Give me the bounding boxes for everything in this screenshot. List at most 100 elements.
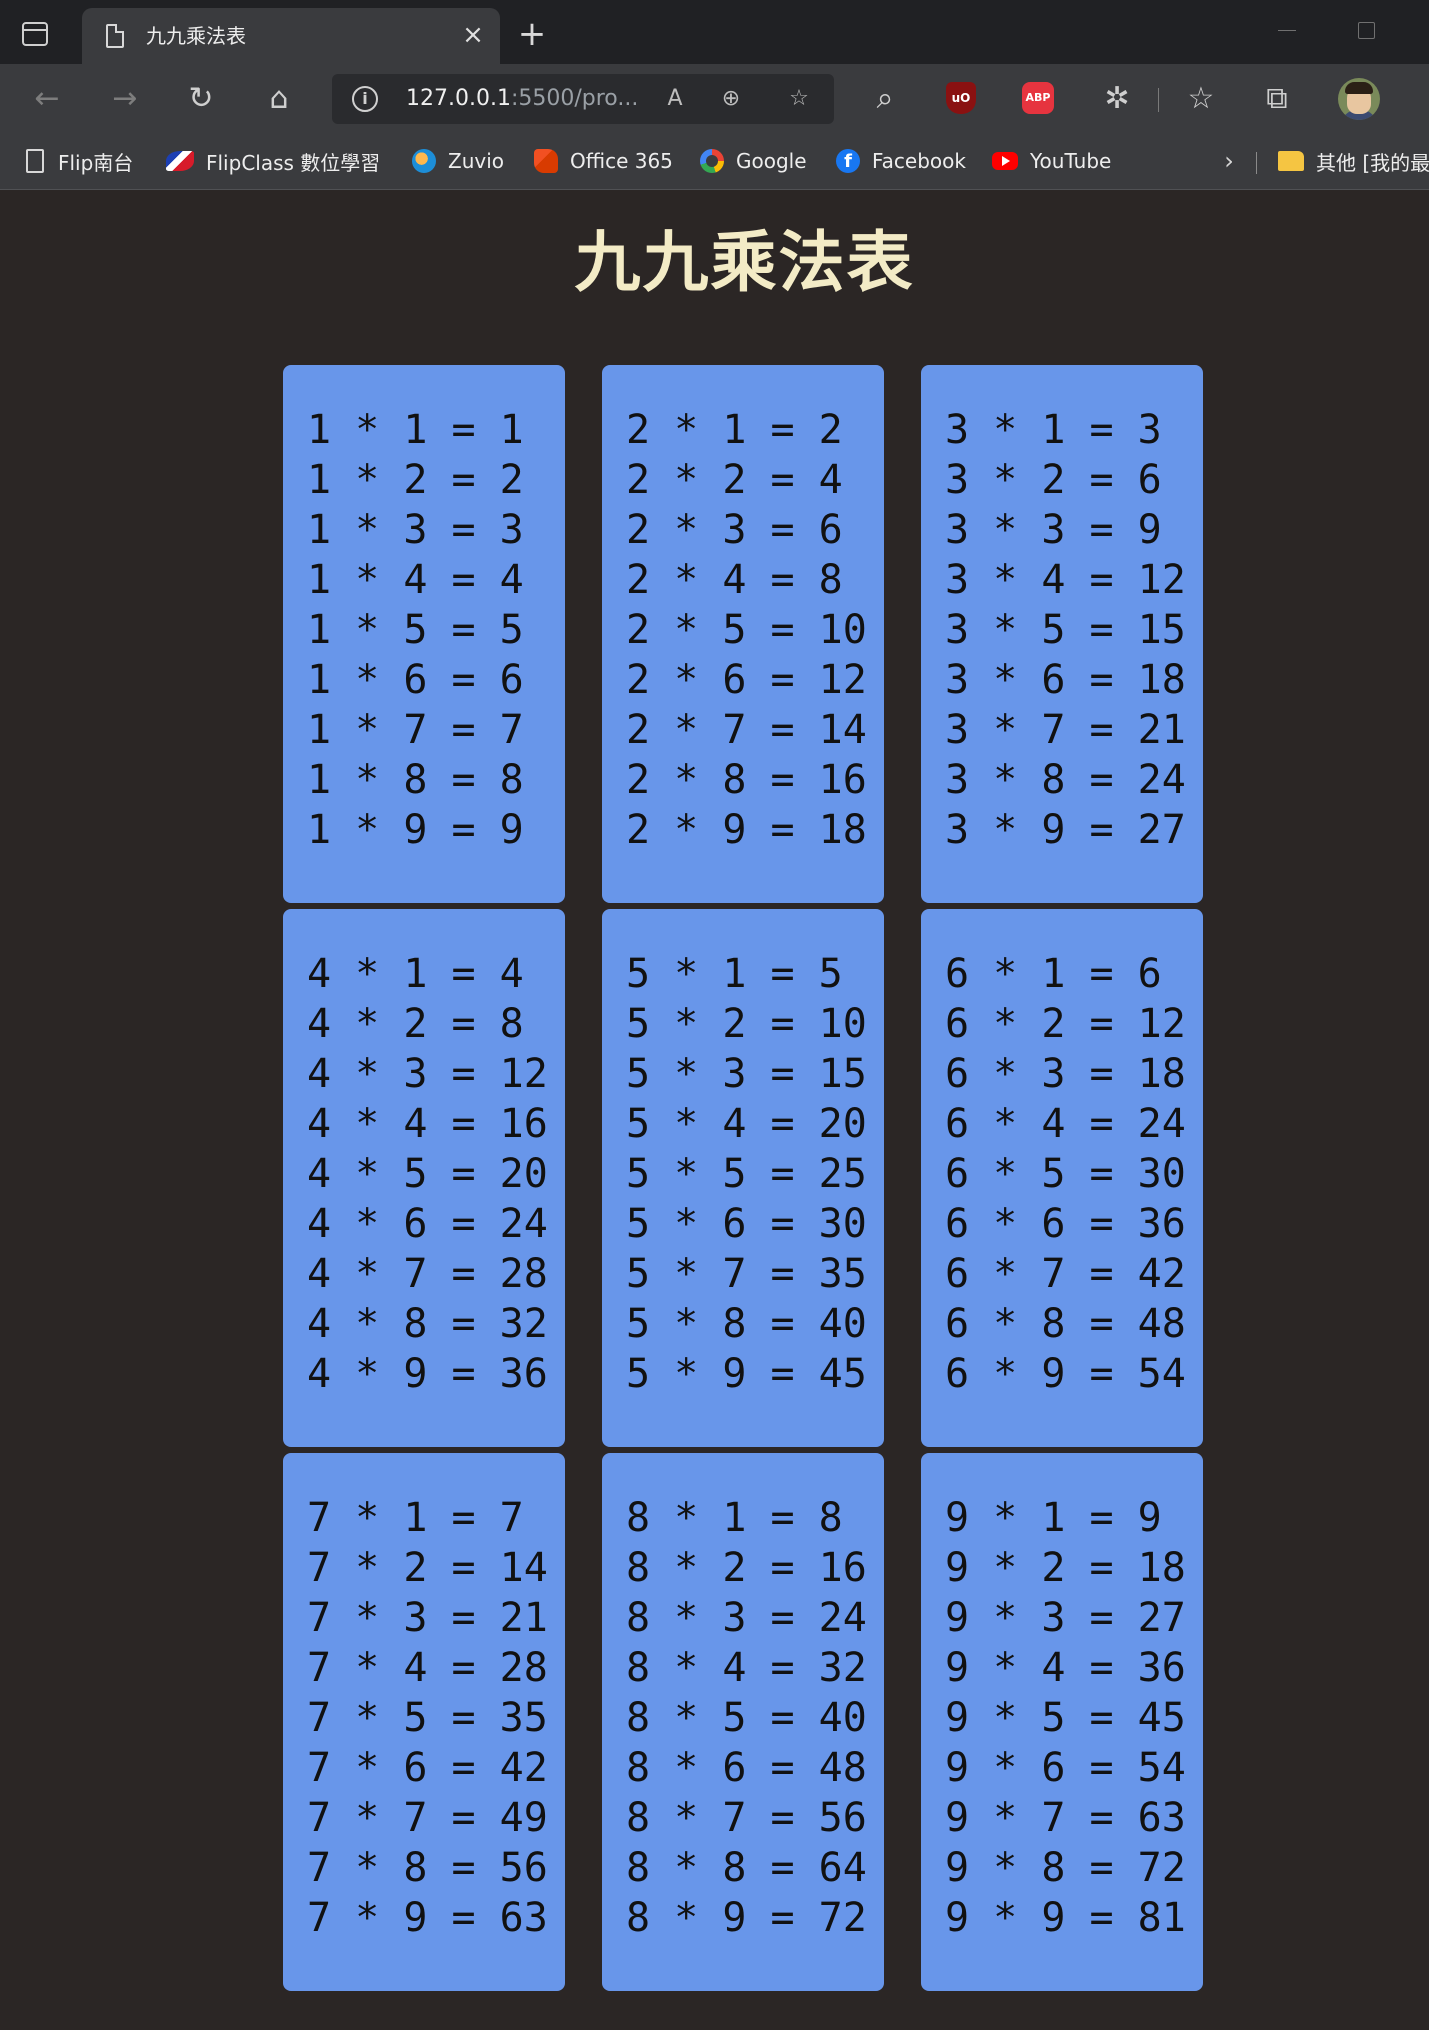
equation-row: 2 * 7 = 14 xyxy=(626,707,867,753)
table-card-3: 3 * 1 = 33 * 2 = 63 * 3 = 93 * 4 = 12 3 *… xyxy=(921,365,1203,903)
address-host: 127.0.0.1 xyxy=(406,86,511,111)
equation-row: 9 * 3 = 27 xyxy=(945,1595,1186,1641)
avatar[interactable] xyxy=(1338,78,1380,120)
equation-row: 1 * 7 = 7 xyxy=(307,707,524,753)
equation-row: 3 * 8 = 24 xyxy=(945,757,1186,803)
chevron-right-icon[interactable]: › xyxy=(1216,144,1242,178)
bookmark-label: Facebook xyxy=(872,149,966,173)
bookmark-other-folder[interactable]: 其他 [我的最 xyxy=(1278,144,1429,178)
favorite-add-icon[interactable]: ☆ xyxy=(782,82,816,116)
equation-row: 8 * 3 = 24 xyxy=(626,1595,867,1641)
equation-row: 6 * 3 = 18 xyxy=(945,1051,1186,1097)
bookmark-facebook[interactable]: f Facebook xyxy=(836,144,966,178)
forward-icon[interactable]: → xyxy=(104,78,146,120)
equation-row: 9 * 1 = 9 xyxy=(945,1495,1162,1541)
tab-actions-icon[interactable] xyxy=(22,22,48,46)
equation-row: 8 * 4 = 32 xyxy=(626,1645,867,1691)
equation-row: 9 * 9 = 81 xyxy=(945,1895,1186,1941)
bookmark-label: YouTube xyxy=(1030,149,1112,173)
equation-row: 1 * 1 = 1 xyxy=(307,407,524,453)
table-card-6: 6 * 1 = 66 * 2 = 12 6 * 3 = 18 6 * 4 = 24 6… xyxy=(921,909,1203,1447)
read-aloud-icon[interactable]: A xyxy=(658,82,692,116)
collections-icon[interactable]: ⧉ xyxy=(1256,78,1298,120)
tab-bar: 九九乘法表 × + xyxy=(0,0,1429,64)
active-tab[interactable]: 九九乘法表 × xyxy=(82,8,500,64)
ublock-icon[interactable]: uO xyxy=(946,82,976,114)
bookmark-youtube[interactable]: YouTube xyxy=(992,144,1111,178)
bookmark-google[interactable]: Google xyxy=(700,144,807,178)
equation-row: 9 * 2 = 18 xyxy=(945,1545,1186,1591)
extensions-icon[interactable]: ✲ xyxy=(1096,78,1138,120)
table-card-2: 2 * 1 = 22 * 2 = 42 * 3 = 62 * 4 = 82 * … xyxy=(602,365,884,903)
equation-row: 8 * 9 = 72 xyxy=(626,1895,867,1941)
equation-row: 3 * 3 = 9 xyxy=(945,507,1162,553)
equation-row: 3 * 2 = 6 xyxy=(945,457,1162,503)
office-icon xyxy=(534,149,558,173)
equation-row: 3 * 5 = 15 xyxy=(945,607,1186,653)
equation-row: 5 * 3 = 15 xyxy=(626,1051,867,1097)
address-text[interactable]: 127.0.0.1:5500/pro... xyxy=(406,84,638,114)
equation-row: 6 * 7 = 42 xyxy=(945,1251,1186,1297)
info-icon[interactable]: i xyxy=(352,86,378,112)
bookmark-label: Flip南台 xyxy=(58,150,134,175)
equation-row: 5 * 7 = 35 xyxy=(626,1251,867,1297)
equation-row: 2 * 4 = 8 xyxy=(626,557,843,603)
equation-row: 1 * 2 = 2 xyxy=(307,457,524,503)
equation-row: 9 * 7 = 63 xyxy=(945,1795,1186,1841)
minimize-icon[interactable] xyxy=(1278,30,1296,31)
equation-row: 1 * 4 = 4 xyxy=(307,557,524,603)
youtube-icon xyxy=(992,152,1018,170)
bookmark-zuvio[interactable]: Zuvio xyxy=(412,144,504,178)
table-card-1: 1 * 1 = 11 * 2 = 21 * 3 = 31 * 4 = 41 * … xyxy=(283,365,565,903)
zoom-icon[interactable]: ⊕ xyxy=(714,82,748,116)
equation-row: 4 * 4 = 16 xyxy=(307,1101,548,1147)
equation-row: 7 * 8 = 56 xyxy=(307,1845,548,1891)
reload-icon[interactable]: ↻ xyxy=(180,78,222,120)
adblock-plus-icon[interactable]: ABP xyxy=(1022,82,1054,114)
equation-row: 3 * 6 = 18 xyxy=(945,657,1186,703)
equation-row: 2 * 8 = 16 xyxy=(626,757,867,803)
equation-row: 1 * 3 = 3 xyxy=(307,507,524,553)
equation-row: 9 * 5 = 45 xyxy=(945,1695,1186,1741)
address-bar[interactable]: i 127.0.0.1:5500/pro... A ⊕ ☆ xyxy=(332,74,834,124)
equation-row: 7 * 7 = 49 xyxy=(307,1795,548,1841)
close-icon[interactable]: × xyxy=(458,20,488,50)
table-card-5: 5 * 1 = 55 * 2 = 10 5 * 3 = 15 5 * 4 = 20 5… xyxy=(602,909,884,1447)
back-icon[interactable]: ← xyxy=(26,78,68,120)
favorites-icon[interactable]: ☆ xyxy=(1180,78,1222,120)
equation-row: 3 * 9 = 27 xyxy=(945,807,1186,853)
bookmark-office-365[interactable]: Office 365 xyxy=(534,144,673,178)
bookmark-label: Google xyxy=(736,149,807,173)
equation-row: 1 * 8 = 8 xyxy=(307,757,524,803)
equation-row: 4 * 1 = 4 xyxy=(307,951,524,997)
equation-row: 4 * 8 = 32 xyxy=(307,1301,548,1347)
browser-chrome: 九九乘法表 × + ← → ↻ ⌂ i 127.0.0.1:5500/pro..… xyxy=(0,0,1429,190)
equation-row: 8 * 6 = 48 xyxy=(626,1745,867,1791)
equation-row: 4 * 7 = 28 xyxy=(307,1251,548,1297)
equation-row: 2 * 6 = 12 xyxy=(626,657,867,703)
equation-row: 6 * 6 = 36 xyxy=(945,1201,1186,1247)
bookmark-flipclass[interactable]: FlipClass 數位學習 xyxy=(166,144,380,178)
bookmark-label: Zuvio xyxy=(448,149,505,173)
equation-row: 5 * 5 = 25 xyxy=(626,1151,867,1197)
new-tab-icon[interactable]: + xyxy=(516,17,548,51)
equation-row: 4 * 6 = 24 xyxy=(307,1201,548,1247)
search-icon[interactable]: ⌕ xyxy=(864,78,906,120)
bookmark-flip[interactable]: Flip南台 xyxy=(26,144,133,178)
avatar-hair xyxy=(1345,82,1373,94)
zuvio-icon xyxy=(412,149,436,173)
equation-row: 4 * 2 = 8 xyxy=(307,1001,524,1047)
maximize-icon[interactable] xyxy=(1358,22,1375,39)
equation-row: 7 * 6 = 42 xyxy=(307,1745,548,1791)
equation-row: 1 * 5 = 5 xyxy=(307,607,524,653)
home-icon[interactable]: ⌂ xyxy=(258,78,300,120)
bookmark-label: 其他 [我的最 xyxy=(1316,150,1429,175)
equation-row: 5 * 2 = 10 xyxy=(626,1001,867,1047)
equation-row: 7 * 9 = 63 xyxy=(307,1895,548,1941)
equation-row: 2 * 1 = 2 xyxy=(626,407,843,453)
page-content: 九九乘法表 1 * 1 = 11 * 2 = 21 * 3 = 31 * 4 =… xyxy=(0,190,1429,2030)
table-card-4: 4 * 1 = 44 * 2 = 84 * 3 = 12 4 * 4 = 16 4 … xyxy=(283,909,565,1447)
equation-row: 1 * 9 = 9 xyxy=(307,807,524,853)
folder-icon xyxy=(1278,151,1304,171)
flipclass-icon xyxy=(166,151,194,171)
